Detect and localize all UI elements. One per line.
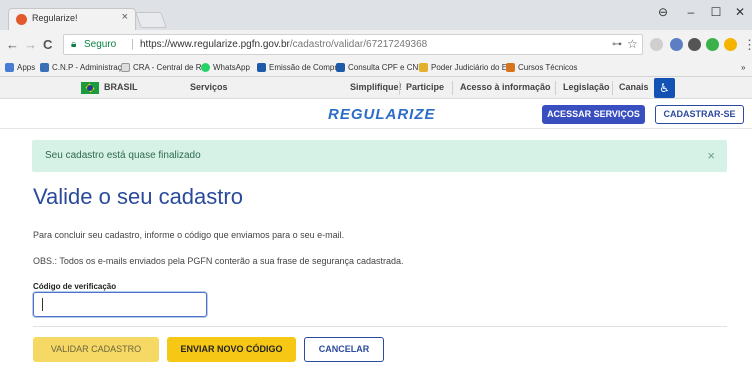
- gov-services[interactable]: Serviços: [190, 82, 228, 92]
- validate-button[interactable]: VALIDAR CADASTRO: [33, 337, 159, 362]
- profile-icon[interactable]: ⊖: [652, 5, 674, 19]
- new-tab-button[interactable]: [135, 12, 167, 28]
- bookmark-icon: [40, 63, 49, 72]
- alert-message: Seu cadastro está quase finalizado: [45, 150, 201, 161]
- tab-title: Regularize!: [32, 13, 78, 23]
- bookmark-item[interactable]: C.N.P - Administraçã: [52, 63, 126, 72]
- page-title: Valide o seu cadastro: [33, 184, 243, 209]
- divider: [555, 81, 556, 95]
- extension-icon[interactable]: [688, 38, 701, 51]
- bookmarks-more-icon[interactable]: »: [741, 63, 745, 72]
- forward-icon[interactable]: →: [24, 37, 37, 52]
- star-icon[interactable]: ☆: [627, 37, 638, 51]
- url-path: /cadastro/validar/67217249368: [289, 39, 428, 50]
- gov-link-legislacao[interactable]: Legislação: [563, 82, 610, 92]
- access-services-button[interactable]: ACESSAR SERVIÇOS: [542, 105, 645, 124]
- code-label: Código de verificação: [33, 282, 117, 291]
- bookmarks-bar: Apps C.N.P - Administraçã CRA - Central …: [0, 60, 752, 77]
- site-header: REGULARIZE ACESSAR SERVIÇOS CADASTRAR-SE: [0, 99, 752, 129]
- brazil-flag-icon: [81, 82, 99, 94]
- bookmark-item[interactable]: Emissão de Compro: [269, 63, 341, 72]
- gov-link-simplifique[interactable]: Simplifique!: [350, 82, 402, 92]
- url-text[interactable]: https://www.regularize.pgfn.gov.br/cadas…: [140, 39, 427, 50]
- success-alert: Seu cadastro está quase finalizado ×: [32, 140, 727, 172]
- address-bar[interactable]: 🔒︎ Seguro | https://www.regularize.pgfn.…: [63, 34, 643, 55]
- secure-label: Seguro: [84, 39, 117, 50]
- extension-icon[interactable]: [670, 38, 683, 51]
- url-host: https://www.regularize.pgfn.gov.br: [140, 39, 290, 50]
- gov-bar: BRASIL Serviços Simplifique! Participe A…: [0, 77, 752, 99]
- gov-link-acesso[interactable]: Acesso à informação: [460, 82, 551, 92]
- lock-icon: 🔒︎: [71, 39, 77, 50]
- window-close-button[interactable]: ✕: [729, 5, 751, 19]
- bookmark-icon: [419, 63, 428, 72]
- bookmark-icon: [336, 63, 345, 72]
- text-caret: [42, 298, 43, 311]
- bookmark-icon: [506, 63, 515, 72]
- regularize-logo[interactable]: REGULARIZE: [328, 106, 436, 123]
- page-icon: [121, 63, 130, 72]
- form-divider: [33, 326, 727, 327]
- maximize-button[interactable]: ☐: [705, 5, 727, 19]
- accessibility-icon[interactable]: ♿︎: [654, 78, 675, 98]
- url-separator: |: [131, 38, 134, 50]
- obs-text: OBS.: Todos os e-mails enviados pela PGF…: [33, 256, 404, 266]
- bookmark-item[interactable]: WhatsApp: [213, 63, 250, 72]
- bookmark-apps[interactable]: Apps: [17, 63, 35, 72]
- cancel-button[interactable]: CANCELAR: [304, 337, 384, 362]
- whatsapp-icon: [201, 63, 210, 72]
- extension-icon[interactable]: [650, 38, 663, 51]
- browser-toolbar: ← → C 🔒︎ Seguro | https://www.regularize…: [0, 30, 752, 60]
- alert-close-icon[interactable]: ×: [707, 148, 715, 163]
- tab-close-icon[interactable]: ×: [122, 11, 128, 23]
- browser-tab[interactable]: Regularize! ×: [8, 8, 136, 30]
- instructions-text: Para concluir seu cadastro, informe o có…: [33, 230, 345, 240]
- signup-button[interactable]: CADASTRAR-SE: [655, 105, 744, 124]
- bookmark-item[interactable]: Poder Judiciário do E: [431, 63, 507, 72]
- bookmark-item[interactable]: CRA - Central de Re: [133, 63, 206, 72]
- menu-icon[interactable]: ⋮: [743, 37, 752, 53]
- favicon-icon: [16, 14, 27, 25]
- bookmark-item[interactable]: Cursos Técnicos: [518, 63, 577, 72]
- resend-code-button[interactable]: ENVIAR NOVO CÓDIGO: [167, 337, 296, 362]
- divider: [399, 81, 400, 95]
- gov-country[interactable]: BRASIL: [104, 82, 138, 92]
- bookmark-item[interactable]: Consulta CPF e CNPJ: [348, 63, 428, 72]
- apps-icon: [5, 63, 14, 72]
- extension-icon[interactable]: [724, 38, 737, 51]
- back-icon[interactable]: ←: [6, 37, 19, 52]
- browser-titlebar: Regularize! × ⊖ – ☐ ✕: [0, 0, 752, 30]
- key-icon[interactable]: ⊶: [612, 39, 622, 50]
- extension-icon[interactable]: [706, 38, 719, 51]
- divider: [612, 81, 613, 95]
- gov-link-participe[interactable]: Participe: [406, 82, 444, 92]
- reload-icon[interactable]: C: [43, 37, 52, 52]
- bookmark-icon: [257, 63, 266, 72]
- minimize-button[interactable]: –: [680, 5, 702, 19]
- verification-code-input[interactable]: [33, 292, 207, 317]
- divider: [452, 81, 453, 95]
- gov-link-canais[interactable]: Canais: [619, 82, 649, 92]
